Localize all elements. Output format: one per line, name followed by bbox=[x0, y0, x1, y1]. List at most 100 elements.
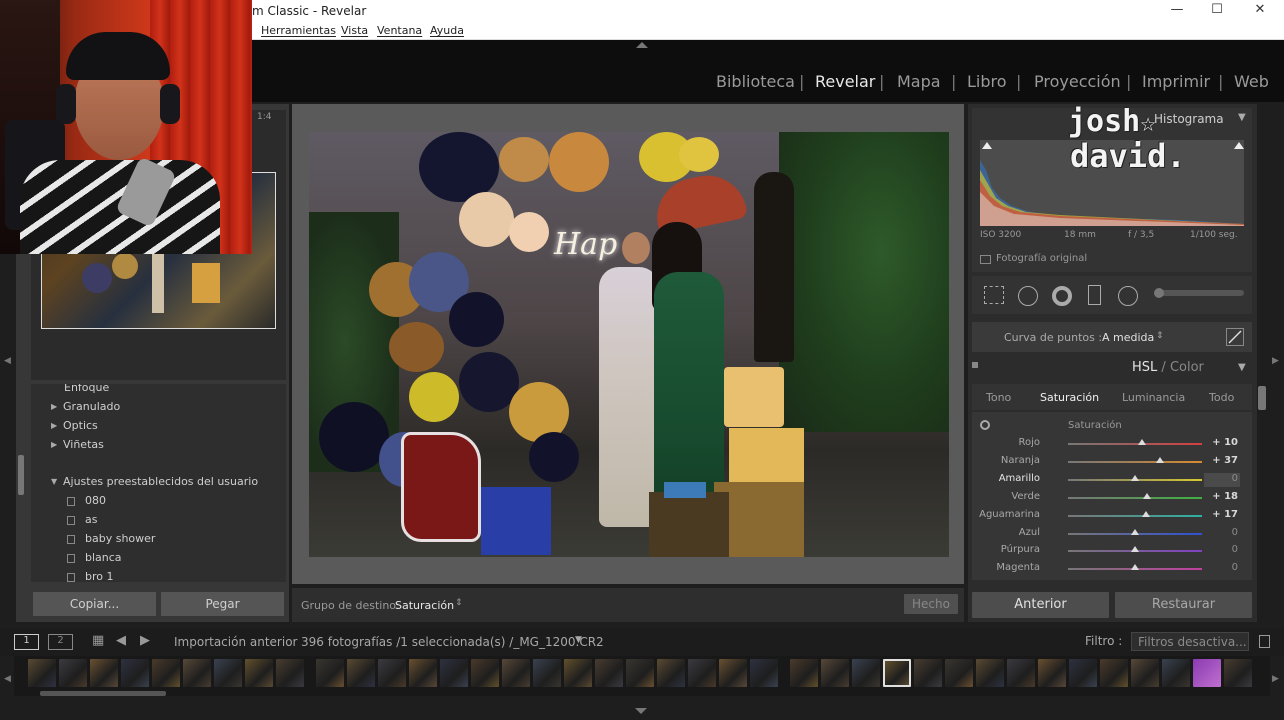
filmstrip-scroll-right-icon[interactable]: ▶ bbox=[1272, 674, 1279, 684]
tab-tono[interactable]: Tono bbox=[986, 391, 1011, 404]
collapse-top-panel-icon[interactable] bbox=[636, 42, 648, 48]
primary-display-icon[interactable]: 1 bbox=[14, 634, 39, 650]
filmstrip-thumbnail[interactable] bbox=[245, 659, 273, 687]
menu-ventana[interactable]: Ventana bbox=[377, 24, 422, 37]
minimize-button[interactable]: — bbox=[1162, 2, 1192, 20]
collapse-right-panel-icon[interactable]: ▶ bbox=[1272, 356, 1279, 366]
hsl-slider-value[interactable]: + 17 bbox=[1208, 509, 1238, 520]
edit-curve-icon[interactable] bbox=[1226, 328, 1244, 346]
brush-slider[interactable] bbox=[1158, 290, 1244, 296]
menu-vista[interactable]: Vista bbox=[341, 24, 368, 37]
expand-icon[interactable]: ▶ bbox=[51, 421, 57, 430]
hsl-slider-handle[interactable] bbox=[1131, 564, 1139, 571]
forward-arrow-icon[interactable]: ▶ bbox=[140, 633, 150, 648]
filmstrip-info[interactable]: 396 fotografías /1 seleccionada(s) /_MG_… bbox=[301, 635, 604, 649]
module-biblioteca[interactable]: Biblioteca bbox=[716, 72, 795, 91]
module-web[interactable]: Web bbox=[1234, 72, 1269, 91]
filmstrip-thumbnail[interactable] bbox=[121, 659, 149, 687]
filmstrip-thumbnail[interactable] bbox=[276, 659, 304, 687]
back-arrow-icon[interactable]: ◀ bbox=[116, 633, 126, 648]
filmstrip-scroll-left-icon[interactable]: ◀ bbox=[4, 674, 11, 684]
collapse-bottom-panel-icon[interactable] bbox=[635, 708, 647, 714]
filmstrip-thumbnail[interactable] bbox=[378, 659, 406, 687]
panel-item-vinetas[interactable]: Viñetas bbox=[63, 438, 104, 451]
secondary-display-icon[interactable]: 2 bbox=[48, 634, 73, 650]
filmstrip-thumbnail[interactable] bbox=[152, 659, 180, 687]
filmstrip-thumbnail[interactable] bbox=[1100, 659, 1128, 687]
right-panel-scrollbar[interactable] bbox=[1258, 386, 1266, 410]
filmstrip-thumbnail[interactable] bbox=[626, 659, 654, 687]
paste-settings-button[interactable]: Pegar bbox=[161, 592, 284, 616]
filmstrip-thumbnail[interactable] bbox=[1162, 659, 1190, 687]
point-curve-dropdown-icon[interactable]: ⇕ bbox=[1156, 331, 1164, 341]
hsl-slider-value[interactable]: 0 bbox=[1208, 562, 1238, 573]
filmstrip-thumbnail[interactable] bbox=[883, 659, 911, 687]
menu-herramientas[interactable]: Herramientas bbox=[261, 24, 336, 37]
hsl-slider-handle[interactable] bbox=[1131, 528, 1139, 535]
filmstrip-thumbnail[interactable] bbox=[471, 659, 499, 687]
hsl-slider-track[interactable] bbox=[1068, 514, 1202, 517]
original-photo-checkbox[interactable] bbox=[980, 255, 991, 264]
preset-item[interactable]: 080 bbox=[85, 494, 106, 507]
expand-icon[interactable]: ▶ bbox=[51, 402, 57, 411]
panel-item-granulado[interactable]: Granulado bbox=[63, 400, 120, 413]
filmstrip-thumbnail[interactable] bbox=[1007, 659, 1035, 687]
preset-item[interactable]: bro 1 bbox=[85, 570, 114, 582]
filmstrip-thumbnail[interactable] bbox=[409, 659, 437, 687]
module-mapa[interactable]: Mapa bbox=[897, 72, 941, 91]
filmstrip-thumbnail[interactable] bbox=[347, 659, 375, 687]
maximize-button[interactable]: ☐ bbox=[1202, 2, 1232, 20]
hsl-slider-handle[interactable] bbox=[1142, 510, 1151, 517]
radial-filter-icon[interactable] bbox=[1118, 286, 1138, 306]
filmstrip-thumbnail[interactable] bbox=[976, 659, 1004, 687]
module-imprimir[interactable]: Imprimir bbox=[1142, 72, 1210, 91]
hsl-slider-value[interactable]: + 37 bbox=[1208, 455, 1238, 466]
graduated-filter-icon[interactable] bbox=[1088, 285, 1101, 305]
filmstrip-scrollbar[interactable] bbox=[40, 691, 166, 696]
filter-select[interactable]: Filtros desactiva... bbox=[1131, 632, 1249, 651]
preset-item[interactable]: as bbox=[85, 513, 97, 526]
menu-ayuda[interactable]: Ayuda bbox=[430, 24, 464, 37]
hsl-color-header[interactable]: HSL / Color bbox=[1132, 360, 1204, 375]
hsl-slider-track[interactable] bbox=[1068, 496, 1202, 499]
filmstrip-thumbnail[interactable] bbox=[214, 659, 242, 687]
close-button[interactable]: ✕ bbox=[1245, 2, 1275, 20]
filmstrip-thumbnail[interactable] bbox=[564, 659, 592, 687]
highlight-clipping-icon[interactable] bbox=[1234, 142, 1244, 149]
brush-tool-icon[interactable] bbox=[1154, 288, 1164, 298]
module-libro[interactable]: Libro bbox=[967, 72, 1007, 91]
hsl-slider-track[interactable] bbox=[1068, 443, 1202, 445]
presets-header[interactable]: Ajustes preestablecidos del usuario bbox=[63, 475, 258, 488]
filmstrip-thumbnail[interactable] bbox=[790, 659, 818, 687]
hsl-slider-handle[interactable] bbox=[1137, 439, 1146, 445]
hsl-slider-value[interactable]: 0 bbox=[1208, 527, 1238, 538]
reset-button[interactable]: Restaurar bbox=[1115, 592, 1252, 618]
hsl-slider-handle[interactable] bbox=[1131, 474, 1139, 481]
module-proyeccion[interactable]: Proyección bbox=[1034, 72, 1121, 91]
filmstrip-thumbnail[interactable] bbox=[595, 659, 623, 687]
filmstrip-thumbnail[interactable] bbox=[750, 659, 778, 687]
hsl-slider-handle[interactable] bbox=[1131, 546, 1139, 553]
tab-todo[interactable]: Todo bbox=[1209, 391, 1234, 404]
filmstrip-info-dropdown-icon[interactable]: ▼ bbox=[575, 635, 582, 645]
spot-removal-icon[interactable] bbox=[1018, 286, 1038, 306]
filmstrip-thumbnail[interactable] bbox=[1224, 659, 1252, 687]
hsl-slider-handle[interactable] bbox=[1143, 492, 1152, 499]
filmstrip-thumbnail[interactable] bbox=[533, 659, 561, 687]
panel-switch-icon[interactable] bbox=[972, 362, 978, 368]
filmstrip-thumbnail[interactable] bbox=[688, 659, 716, 687]
filmstrip-thumbnail[interactable] bbox=[821, 659, 849, 687]
filmstrip-thumbnail[interactable] bbox=[1131, 659, 1159, 687]
filmstrip-thumbnail[interactable] bbox=[852, 659, 880, 687]
preset-item[interactable]: blanca bbox=[85, 551, 122, 564]
filmstrip-thumbnail[interactable] bbox=[657, 659, 685, 687]
filmstrip-thumbnail[interactable] bbox=[90, 659, 118, 687]
filmstrip-thumbnail[interactable] bbox=[719, 659, 747, 687]
crop-tool-icon[interactable] bbox=[984, 286, 1004, 304]
collapse-icon[interactable]: ▼ bbox=[1238, 112, 1246, 123]
filter-lock-icon[interactable] bbox=[1259, 635, 1270, 648]
filmstrip-thumbnail[interactable] bbox=[183, 659, 211, 687]
filmstrip-thumbnail[interactable] bbox=[316, 659, 344, 687]
filmstrip-thumbnail[interactable] bbox=[914, 659, 942, 687]
done-button[interactable]: Hecho bbox=[904, 594, 958, 614]
